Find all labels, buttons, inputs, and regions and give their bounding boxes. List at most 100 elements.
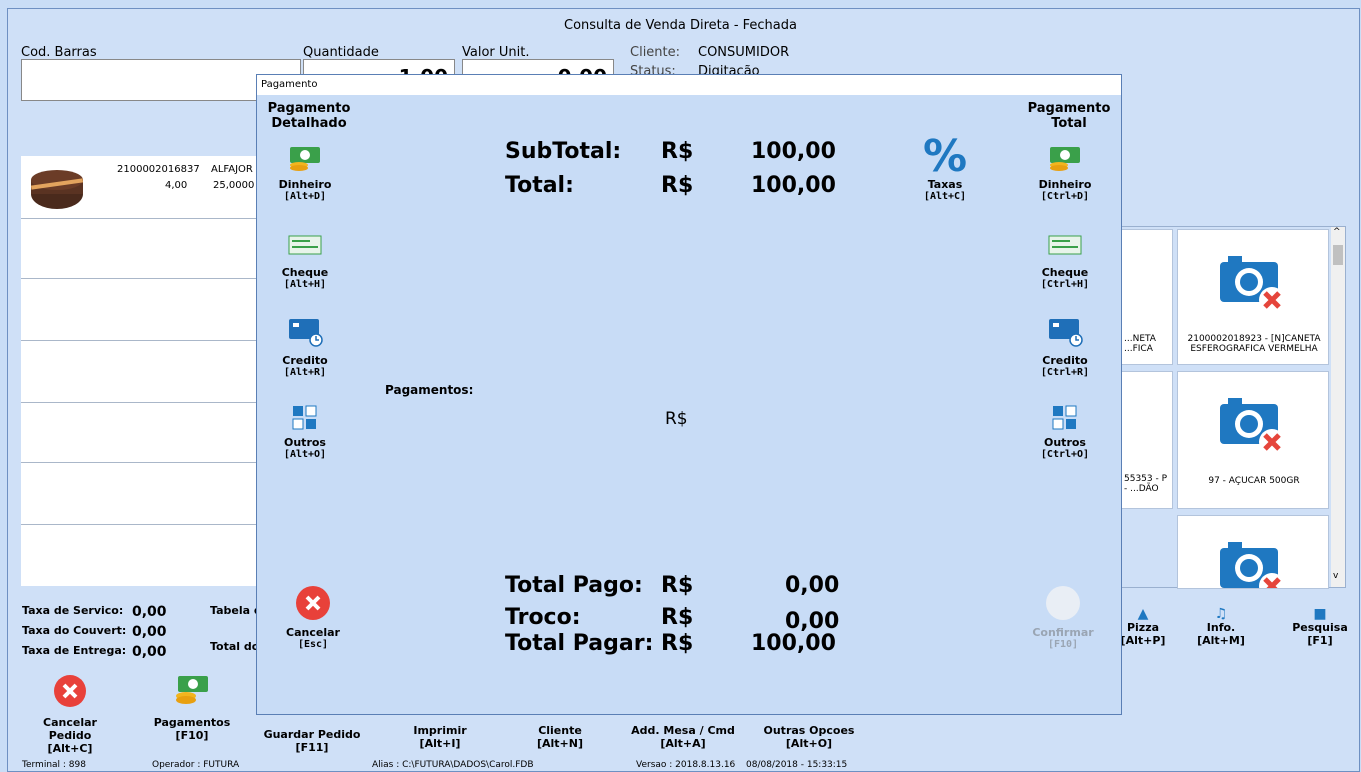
save-order-key: [F11] xyxy=(295,741,329,754)
payments-key: [F10] xyxy=(175,729,209,742)
total-cash-key: [Ctrl+D] xyxy=(1040,191,1090,202)
scroll-up-icon[interactable]: ^ xyxy=(1333,227,1341,237)
add-table-button[interactable]: Add. Mesa / Cmd [Alt+A] xyxy=(628,724,738,750)
other-options-key: [Alt+O] xyxy=(785,737,833,750)
product-tile[interactable]: ...NETA ...FICA xyxy=(1121,229,1173,365)
detailed-cash-button[interactable]: Dinheiro [Alt+D] xyxy=(261,145,349,203)
total-other-button[interactable]: Outros [Ctrl+O] xyxy=(1021,405,1109,461)
total-check-button[interactable]: Cheque [Ctrl+H] xyxy=(1021,235,1109,291)
cancel-payment-key: [Esc] xyxy=(297,639,329,650)
detailed-check-key: [Alt+H] xyxy=(283,279,327,290)
subtotal-label: SubTotal: xyxy=(505,139,622,164)
pizza-button[interactable]: ▲ Pizza [Alt+P] xyxy=(1118,606,1168,647)
dialog-title: Pagamento xyxy=(257,75,1121,95)
grid-icon xyxy=(1052,405,1077,430)
product-panel: ...NETA ...FICA 2100002018923 - [N]CANET… xyxy=(1120,226,1346,589)
info-label: Info. xyxy=(1206,621,1236,634)
scrollbar-thumb[interactable] xyxy=(1333,245,1343,265)
total-check-label: Cheque xyxy=(1041,266,1089,279)
save-order-label: Guardar Pedido xyxy=(263,728,361,741)
product-tile[interactable]: 2100002018923 - [N]CANETA ESFEROGRAFICA … xyxy=(1177,229,1329,365)
total-paid-currency: R$ xyxy=(661,573,694,598)
total-credit-button[interactable]: Credito [Ctrl+R] xyxy=(1021,317,1109,379)
pizza-key: [Alt+P] xyxy=(1120,634,1166,647)
total-payment-header: Pagamento Total xyxy=(1027,101,1111,131)
product-tile-label: ...NETA ...FICA xyxy=(1124,334,1156,354)
grid-icon xyxy=(292,405,317,430)
detailed-other-label: Outros xyxy=(284,436,326,449)
search-button[interactable]: ■ Pesquisa [F1] xyxy=(1292,606,1348,647)
status-row: Status: Digitação xyxy=(630,60,830,74)
other-options-button[interactable]: Outras Opcoes [Alt+O] xyxy=(754,724,864,750)
add-table-label: Add. Mesa / Cmd xyxy=(631,724,735,737)
payment-dialog: Pagamento Pagamento Detalhado Pagamento … xyxy=(256,74,1122,715)
info-button[interactable]: ♫ Info. [Alt+M] xyxy=(1196,607,1246,647)
total-paid-value: 0,00 xyxy=(785,573,840,598)
total-to-pay-label: Total Pagar: xyxy=(505,631,654,656)
client-button[interactable]: Cliente [Alt+N] xyxy=(512,724,608,750)
alfajor-image xyxy=(30,170,84,209)
search-label: Pesquisa xyxy=(1292,621,1348,634)
item-grid[interactable] xyxy=(21,218,261,586)
total-other-label: Outros xyxy=(1044,436,1086,449)
pizza-icon: ▲ xyxy=(1137,606,1149,622)
subtotal-value: 100,00 xyxy=(751,139,836,164)
info-key: [Alt+M] xyxy=(1197,634,1245,647)
product-tile[interactable]: 55353 - P - ...DÃO xyxy=(1121,371,1173,509)
payments-label: Pagamentos xyxy=(153,716,231,729)
payments-list-currency: R$ xyxy=(665,409,688,429)
search-icon: ■ xyxy=(1313,606,1327,622)
item-code: 2100002016837 xyxy=(117,164,200,175)
unit-value-label: Valor Unit. xyxy=(462,45,530,60)
client-button-label: Cliente xyxy=(538,724,582,737)
add-table-key: [Alt+A] xyxy=(660,737,706,750)
print-button[interactable]: Imprimir [Alt+I] xyxy=(392,724,488,750)
payments-button[interactable]: Pagamentos [F10] xyxy=(144,674,240,742)
item-price: 25,0000 xyxy=(213,180,255,191)
check-icon xyxy=(288,235,322,255)
fees-key: [Alt+C] xyxy=(923,191,967,202)
money-icon xyxy=(290,147,320,171)
grid-divider xyxy=(21,462,261,463)
product-tile-label: 97 - AÇUCAR 500GR xyxy=(1208,476,1300,486)
total-value: 100,00 xyxy=(751,173,836,198)
scrollbar[interactable]: ^ v xyxy=(1331,227,1345,587)
cancel-payment-button[interactable]: Cancelar [Esc] xyxy=(277,585,349,651)
product-tile[interactable] xyxy=(1177,515,1329,589)
fee-delivery-label: Taxa de Entrega: xyxy=(22,644,127,657)
detailed-check-label: Cheque xyxy=(281,266,329,279)
item-row[interactable]: 2100002016837 ALFAJOR 4,00 25,0000 xyxy=(21,156,261,218)
detailed-cash-key: [Alt+D] xyxy=(283,191,327,202)
cancel-order-button[interactable]: Cancelar Pedido [Alt+C] xyxy=(22,674,118,755)
scroll-down-icon[interactable]: v xyxy=(1333,571,1338,581)
save-order-button[interactable]: Guardar Pedido [F11] xyxy=(262,728,362,754)
total-cash-label: Dinheiro xyxy=(1038,178,1092,191)
total-cash-button[interactable]: Dinheiro [Ctrl+D] xyxy=(1021,145,1109,203)
fees-button[interactable]: % Taxas [Alt+C] xyxy=(909,135,981,203)
status-version: Versao : 2018.8.13.16 xyxy=(636,760,736,770)
total-label: Total do xyxy=(210,640,260,653)
no-image-icon xyxy=(1220,256,1285,313)
product-tile[interactable]: 97 - AÇUCAR 500GR xyxy=(1177,371,1329,509)
status-datetime: 08/08/2018 - 15:33:15 xyxy=(746,760,848,770)
cancel-payment-label: Cancelar xyxy=(286,626,340,639)
status-operator: Operador : FUTURA xyxy=(152,760,240,770)
detailed-payment-header: Pagamento Detalhado xyxy=(267,101,351,131)
total-label: Total: xyxy=(505,173,574,198)
grid-divider xyxy=(21,218,261,219)
grid-divider xyxy=(21,524,261,525)
total-currency: R$ xyxy=(661,173,694,198)
detailed-check-button[interactable]: Cheque [Alt+H] xyxy=(261,235,349,291)
pizza-label: Pizza xyxy=(1126,621,1160,634)
status-terminal: Terminal : 898 xyxy=(22,760,86,770)
fees-label: Taxas xyxy=(927,178,963,191)
detailed-other-button[interactable]: Outros [Alt+O] xyxy=(261,405,349,461)
change-currency: R$ xyxy=(661,605,694,630)
check-icon xyxy=(1048,235,1082,255)
item-qty: 4,00 xyxy=(165,180,188,191)
detailed-credit-button[interactable]: Credito [Alt+R] xyxy=(261,317,349,379)
total-credit-key: [Ctrl+R] xyxy=(1040,367,1090,378)
print-label: Imprimir xyxy=(413,724,467,737)
confirm-payment-button[interactable]: Confirmar [F10] xyxy=(1027,585,1099,651)
total-to-pay-value: 100,00 xyxy=(751,631,836,656)
